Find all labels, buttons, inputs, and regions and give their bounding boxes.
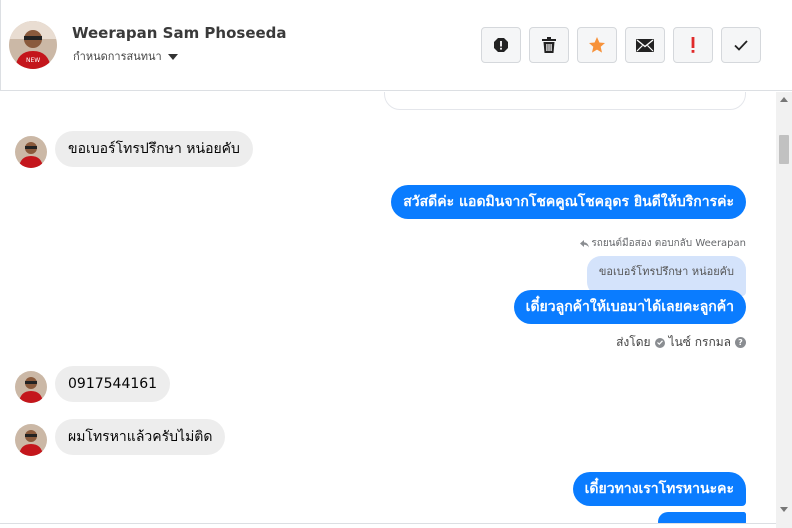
outgoing-message[interactable]: สวัสดีค่ะ แอดมินจากโชคคูณโชคอุดร ยินดีให… bbox=[391, 185, 746, 219]
mark-spam-button[interactable] bbox=[481, 27, 521, 63]
message-thread[interactable]: ขอเบอร์โทรปรึกษา หน่อยคับ สวัสดีค่ะ แอดม… bbox=[0, 92, 776, 528]
delete-button[interactable] bbox=[529, 27, 569, 63]
conversation-header: NEW Weerapan Sam Phoseeda กำหนดการสนทนา bbox=[0, 0, 792, 91]
verified-icon bbox=[654, 337, 665, 348]
mark-important-button[interactable] bbox=[673, 27, 713, 63]
header-left-border bbox=[0, 0, 1, 91]
contact-name[interactable]: Weerapan Sam Phoseeda bbox=[72, 24, 287, 42]
mark-done-button[interactable] bbox=[721, 27, 761, 63]
assign-conversation-dropdown[interactable]: กำหนดการสนทนา bbox=[73, 47, 178, 65]
assign-label: กำหนดการสนทนา bbox=[73, 50, 162, 63]
spam-icon bbox=[494, 38, 508, 52]
star-button[interactable] bbox=[577, 27, 617, 63]
thread-scrollbar[interactable] bbox=[776, 92, 792, 528]
scrollbar-thumb[interactable] bbox=[779, 135, 789, 164]
sent-by-prefix: ส่งโดย bbox=[616, 335, 651, 349]
scroll-down-arrow-icon[interactable] bbox=[780, 507, 788, 512]
reply-meta-text: รถยนต์มือสอง ตอบกลับ Weerapan bbox=[591, 238, 746, 249]
outgoing-message[interactable]: เดี๋ยวลูกค้าให้เบอมาได้เลยคะลูกค้า bbox=[513, 290, 746, 324]
check-icon bbox=[734, 39, 748, 51]
incoming-message[interactable]: 0917544161 bbox=[55, 366, 171, 402]
conversation-toolbar bbox=[481, 27, 761, 63]
outgoing-message[interactable]: เดี๋ยวทางเราโทรหานะคะ bbox=[572, 472, 746, 506]
mark-unread-button[interactable] bbox=[625, 27, 665, 63]
incoming-message[interactable]: ผมโทรหาแล้วครับไม่ติด bbox=[55, 419, 226, 455]
contact-avatar[interactable]: NEW bbox=[9, 21, 57, 69]
svg-text:NEW: NEW bbox=[26, 57, 40, 64]
incoming-message[interactable]: ขอเบอร์โทรปรึกษา หน่อยคับ bbox=[55, 131, 253, 167]
sent-by-info: ส่งโดย ไนซ์ กรกมล ? bbox=[616, 333, 746, 352]
important-icon bbox=[691, 37, 695, 53]
help-icon[interactable]: ? bbox=[735, 337, 746, 348]
composer-divider bbox=[0, 523, 776, 528]
sender-avatar[interactable] bbox=[15, 424, 47, 456]
sender-avatar[interactable] bbox=[15, 371, 47, 403]
reply-context: รถยนต์มือสอง ตอบกลับ Weerapan bbox=[580, 236, 746, 251]
reply-arrow-icon bbox=[580, 239, 590, 247]
sent-by-name[interactable]: ไนซ์ กรกมล bbox=[669, 333, 731, 352]
trash-icon bbox=[542, 37, 556, 53]
caret-down-icon bbox=[167, 53, 178, 60]
scroll-up-arrow-icon[interactable] bbox=[780, 97, 788, 102]
previous-message-card bbox=[384, 92, 746, 110]
envelope-icon bbox=[636, 38, 654, 52]
star-icon bbox=[589, 37, 605, 53]
sender-avatar[interactable] bbox=[15, 136, 47, 168]
